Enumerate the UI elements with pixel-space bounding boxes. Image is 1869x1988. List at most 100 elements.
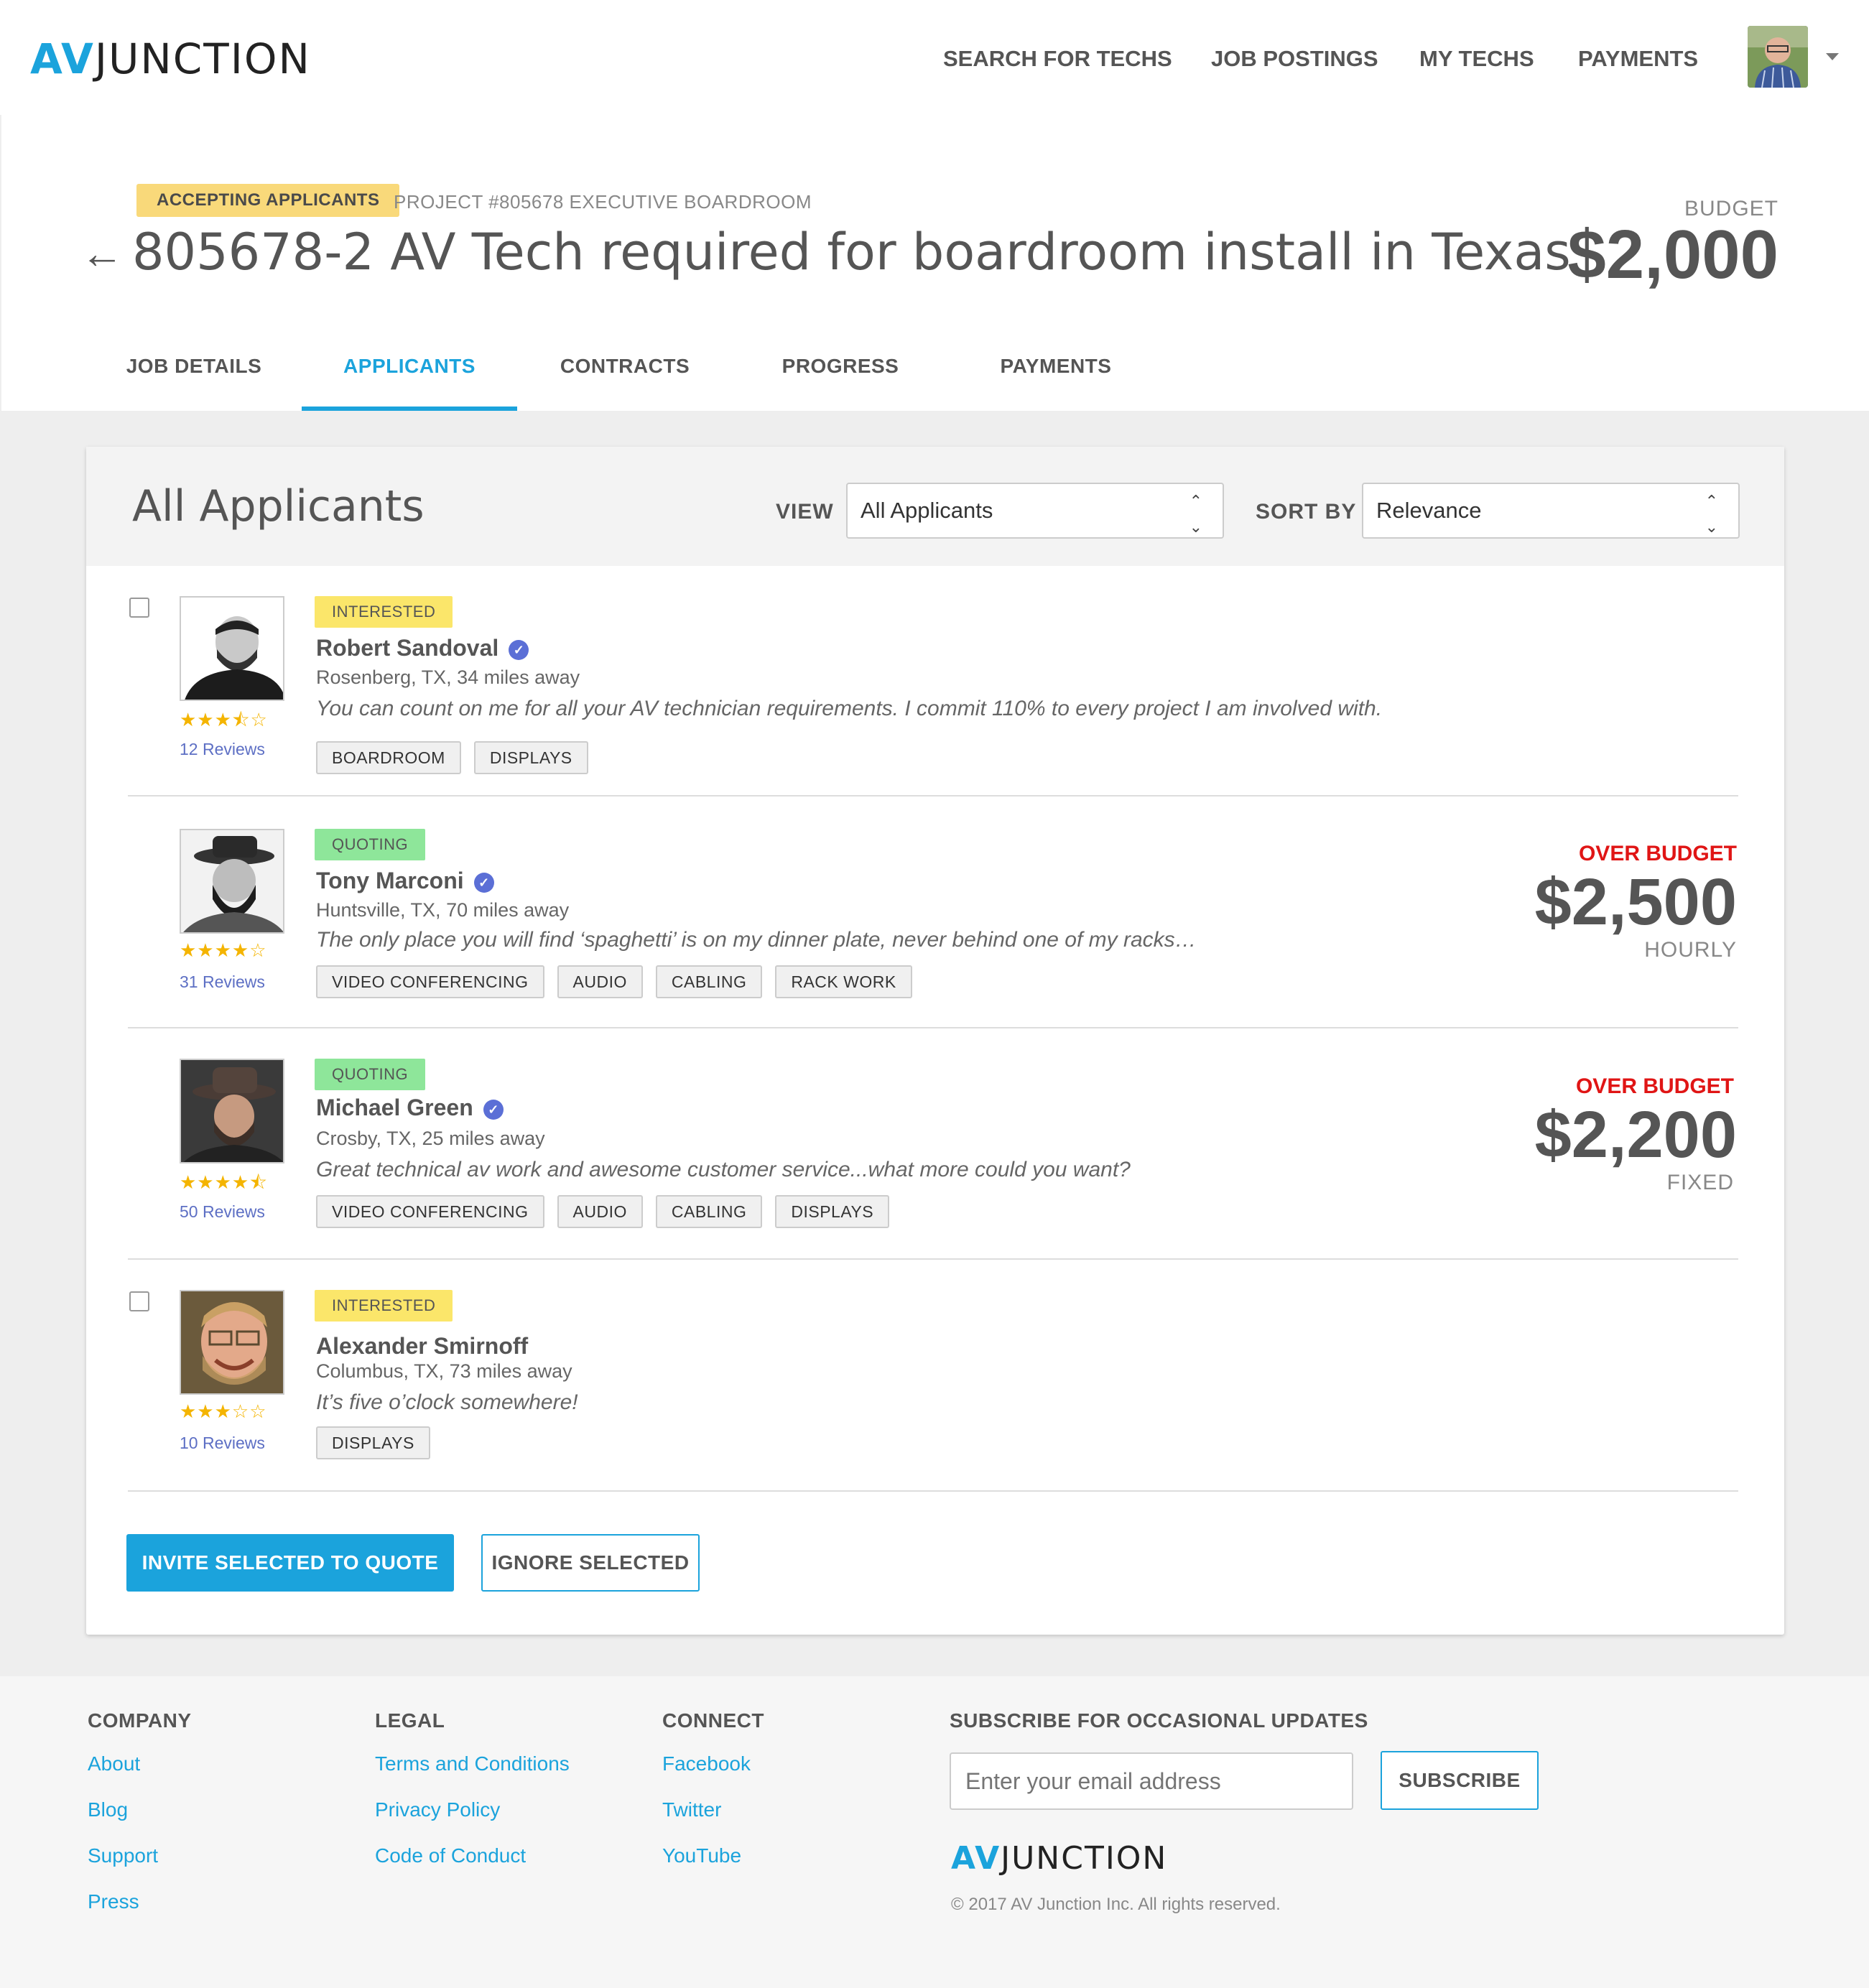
applicant-location: Crosby, TX, 25 miles away xyxy=(316,1128,545,1149)
select-arrows-icon: ⌃ ⌄ xyxy=(1189,492,1202,536)
skill-tag: DISPLAYS xyxy=(316,1426,430,1459)
skill-tags: DISPLAYS xyxy=(316,1426,443,1459)
rating-stars: ★★★★⯪ xyxy=(180,1171,268,1193)
applicant-checkbox[interactable] xyxy=(129,598,149,618)
footer-logo[interactable]: AVJUNCTION xyxy=(951,1840,1167,1877)
applicant-name[interactable]: Alexander Smirnoff xyxy=(316,1333,528,1360)
sort-select[interactable]: Relevance ⌃ ⌄ xyxy=(1362,483,1740,539)
nav-search-for-techs[interactable]: SEARCH FOR TECHS xyxy=(943,46,1172,72)
logo[interactable]: AVJUNCTION xyxy=(30,34,311,83)
footer-link-support[interactable]: Support xyxy=(88,1844,158,1867)
footer-link-blog[interactable]: Blog xyxy=(88,1798,128,1821)
footer-link-twitter[interactable]: Twitter xyxy=(662,1798,721,1821)
footer-link-press[interactable]: Press xyxy=(88,1890,139,1913)
reviews-link[interactable]: 10 Reviews xyxy=(180,1434,265,1453)
sort-select-value: Relevance xyxy=(1376,498,1482,523)
row-divider xyxy=(128,795,1738,796)
footer-link-terms[interactable]: Terms and Conditions xyxy=(375,1752,570,1775)
select-arrows-icon: ⌃ ⌄ xyxy=(1705,492,1718,536)
verified-icon: ✓ xyxy=(473,873,494,893)
skill-tag: DISPLAYS xyxy=(473,741,588,774)
user-menu-caret-icon[interactable] xyxy=(1826,53,1839,60)
user-avatar[interactable] xyxy=(1748,26,1808,88)
applicant-quote: You can count on me for all your AV tech… xyxy=(316,697,1383,720)
reviews-link[interactable]: 50 Reviews xyxy=(180,1202,265,1222)
reviews-link[interactable]: 12 Reviews xyxy=(180,740,265,759)
status-badge: INTERESTED xyxy=(315,1290,453,1322)
rating-stars: ★★★⯪☆ xyxy=(180,709,268,730)
applicant-quote: The only place you will find ‘spaghetti’… xyxy=(316,928,1197,952)
applicant-location: Columbus, TX, 73 miles away xyxy=(316,1360,572,1382)
skill-tag: AUDIO xyxy=(557,1195,643,1228)
avatar xyxy=(180,1290,284,1395)
tab-applicants[interactable]: APPLICANTS xyxy=(302,339,517,411)
applicant-name-text: Robert Sandoval xyxy=(316,635,499,661)
rating-stars: ★★★☆☆ xyxy=(180,1401,267,1422)
footer-legal-title: LEGAL xyxy=(375,1709,445,1732)
logo-junction: JUNCTION xyxy=(94,34,311,83)
applicant-name[interactable]: Tony Marconi ✓ xyxy=(316,868,494,894)
avatar xyxy=(180,829,284,934)
quote-price: $2,500 xyxy=(1534,865,1737,939)
applicant-quote: Great technical av work and awesome cust… xyxy=(316,1158,1131,1181)
footer-link-privacy[interactable]: Privacy Policy xyxy=(375,1798,500,1821)
skill-tag: AUDIO xyxy=(557,965,643,998)
job-status-badge: ACCEPTING APPLICANTS xyxy=(136,184,400,217)
top-bar: AVJUNCTION SEARCH FOR TECHS JOB POSTINGS… xyxy=(0,0,1869,115)
row-divider xyxy=(128,1258,1738,1260)
rating-stars: ★★★★☆ xyxy=(180,939,267,961)
over-budget-label: OVER BUDGET xyxy=(1575,1074,1734,1098)
skill-tag: CABLING xyxy=(655,965,763,998)
footer-subscribe-title: SUBSCRIBE FOR OCCASIONAL UPDATES xyxy=(950,1709,1368,1732)
nav-job-postings[interactable]: JOB POSTINGS xyxy=(1211,46,1378,72)
skill-tag: DISPLAYS xyxy=(775,1195,890,1228)
applicant-location: Huntsville, TX, 70 miles away xyxy=(316,899,570,921)
tab-payments[interactable]: PAYMENTS xyxy=(970,339,1142,411)
nav-my-techs[interactable]: MY TECHS xyxy=(1419,46,1534,72)
invite-selected-button[interactable]: INVITE SELECTED TO QUOTE xyxy=(126,1534,454,1592)
tab-progress[interactable]: PROGRESS xyxy=(754,339,927,411)
applicant-name[interactable]: Michael Green ✓ xyxy=(316,1095,504,1121)
footer-link-youtube[interactable]: YouTube xyxy=(662,1844,741,1867)
tab-contracts[interactable]: CONTRACTS xyxy=(539,339,711,411)
logo-av: AV xyxy=(30,34,95,83)
view-select-value: All Applicants xyxy=(861,498,993,523)
quote-rate-type: HOURLY xyxy=(1644,938,1737,962)
skill-tag: BOARDROOM xyxy=(316,741,461,774)
row-divider xyxy=(128,1027,1738,1028)
job-tabs: JOB DETAILS APPLICANTS CONTRACTS PROGRES… xyxy=(0,339,1869,411)
applicant-checkbox[interactable] xyxy=(129,1291,149,1311)
email-field[interactable] xyxy=(950,1752,1353,1810)
skill-tag: RACK WORK xyxy=(775,965,912,998)
sort-label: SORT BY xyxy=(1256,500,1357,524)
skill-tags: BOARDROOM DISPLAYS xyxy=(316,741,601,774)
tab-job-details[interactable]: JOB DETAILS xyxy=(108,339,280,411)
applicant-name-text: Michael Green xyxy=(316,1095,473,1120)
applicants-title: All Applicants xyxy=(132,481,425,531)
view-select[interactable]: All Applicants ⌃ ⌄ xyxy=(846,483,1224,539)
subscribe-button[interactable]: SUBSCRIBE xyxy=(1381,1751,1539,1810)
footer: COMPANY About Blog Support Press LEGAL T… xyxy=(0,1676,1869,1988)
status-badge: QUOTING xyxy=(315,1059,426,1090)
reviews-link[interactable]: 31 Reviews xyxy=(180,972,265,992)
footer-link-about[interactable]: About xyxy=(88,1752,140,1775)
over-budget-label: OVER BUDGET xyxy=(1578,842,1737,865)
applicant-name-text: Tony Marconi xyxy=(316,868,464,893)
back-arrow-icon[interactable]: ← xyxy=(80,228,124,278)
view-label: VIEW xyxy=(776,500,834,524)
nav-payments[interactable]: PAYMENTS xyxy=(1578,46,1698,72)
applicant-location: Rosenberg, TX, 34 miles away xyxy=(316,666,580,688)
avatar xyxy=(180,596,284,701)
applicant-name[interactable]: Robert Sandoval ✓ xyxy=(316,635,529,661)
skill-tag: CABLING xyxy=(655,1195,763,1228)
quote-rate-type: FIXED xyxy=(1666,1171,1734,1194)
skill-tag: VIDEO CONFERENCING xyxy=(316,1195,544,1228)
ignore-selected-button[interactable]: IGNORE SELECTED xyxy=(481,1534,700,1592)
page-title: 805678-2 AV Tech required for boardroom … xyxy=(132,223,1571,282)
status-badge: INTERESTED xyxy=(315,596,453,628)
footer-connect-title: CONNECT xyxy=(662,1709,764,1732)
quote-price: $2,200 xyxy=(1534,1098,1737,1171)
avatar xyxy=(180,1059,284,1163)
footer-link-facebook[interactable]: Facebook xyxy=(662,1752,751,1775)
footer-link-conduct[interactable]: Code of Conduct xyxy=(375,1844,526,1867)
